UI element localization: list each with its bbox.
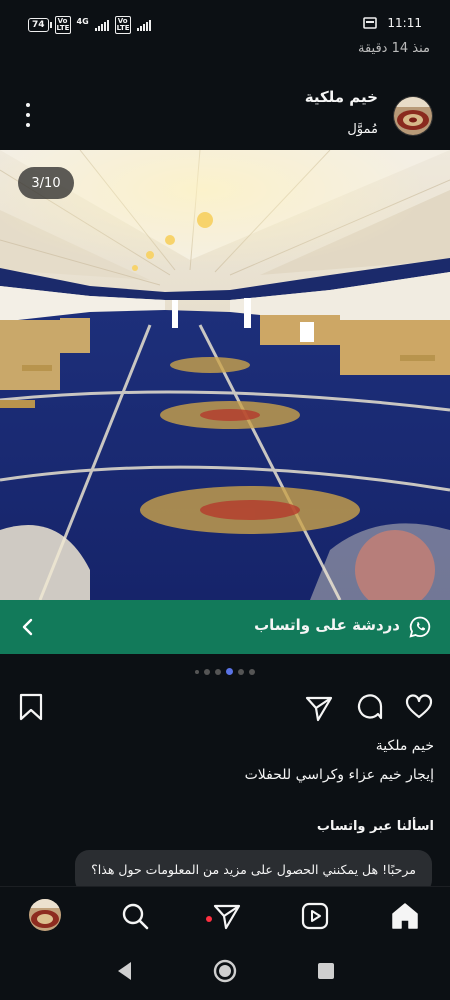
carousel-dot-active — [226, 668, 233, 675]
signal-icon — [94, 19, 109, 31]
system-navigation-bar — [0, 944, 450, 1000]
whatsapp-icon — [409, 616, 431, 638]
status-clock: 11:11 — [363, 16, 422, 30]
network-type: 4G — [76, 17, 89, 26]
suggested-message-text: مرحبًا! هل يمكنني الحصول على مزيد من الم… — [91, 862, 416, 877]
carousel-indicator — [0, 668, 450, 675]
status-indicators: 74 Vo LTE 4G Vo LTE — [28, 16, 151, 34]
post-time: منذ 14 دقيقة — [358, 41, 430, 56]
whatsapp-chat-button[interactable]: دردشة على واتساب — [0, 600, 450, 654]
carousel-dot — [215, 668, 221, 675]
post-image[interactable] — [0, 150, 450, 600]
notification-dot — [206, 916, 212, 922]
more-vertical-icon[interactable] — [20, 101, 36, 129]
volte-badge-2: Vo LTE — [114, 16, 131, 34]
reels-icon[interactable] — [300, 901, 330, 931]
clock-text: 11:11 — [387, 16, 422, 30]
status-bar: 74 Vo LTE 4G Vo LTE 11:11 — [0, 0, 450, 40]
search-icon[interactable] — [120, 901, 150, 931]
carousel-dot — [195, 669, 199, 674]
cta-label: دردشة على واتساب — [254, 616, 400, 634]
signal-icon-2 — [136, 19, 151, 31]
comment-icon[interactable] — [355, 692, 385, 722]
ask-whatsapp-title: اسألنا عبر واتساب — [316, 819, 434, 834]
bookmark-icon[interactable] — [17, 692, 47, 722]
profile-name[interactable]: خيم ملكية — [305, 88, 378, 106]
volte-badge: Vo LTE — [54, 16, 71, 34]
send-icon[interactable] — [212, 901, 242, 931]
battery-indicator: 74 — [28, 18, 52, 32]
back-triangle-icon[interactable] — [112, 958, 138, 984]
caption-text: إيجار خيم عزاء وكراسي للحفلات — [244, 767, 434, 783]
carousel-dot — [238, 668, 244, 675]
image-counter-badge: 3/10 — [18, 167, 74, 199]
carousel-dot — [204, 668, 210, 675]
chevron-left-icon — [22, 618, 33, 636]
profile-avatar[interactable] — [393, 96, 433, 136]
home-icon[interactable] — [390, 901, 420, 931]
heart-icon[interactable] — [404, 692, 434, 722]
tent-photo — [0, 150, 450, 600]
caption-username[interactable]: خيم ملكية — [376, 738, 434, 754]
carousel-dot — [249, 668, 255, 675]
send-icon[interactable] — [304, 693, 334, 723]
home-circle-icon[interactable] — [212, 958, 238, 984]
recents-square-icon[interactable] — [313, 958, 339, 984]
bottom-navigation — [0, 886, 450, 945]
sponsored-label: مُموَّل — [347, 122, 378, 137]
profile-tab-avatar[interactable] — [29, 899, 61, 931]
notification-icon — [363, 17, 378, 29]
